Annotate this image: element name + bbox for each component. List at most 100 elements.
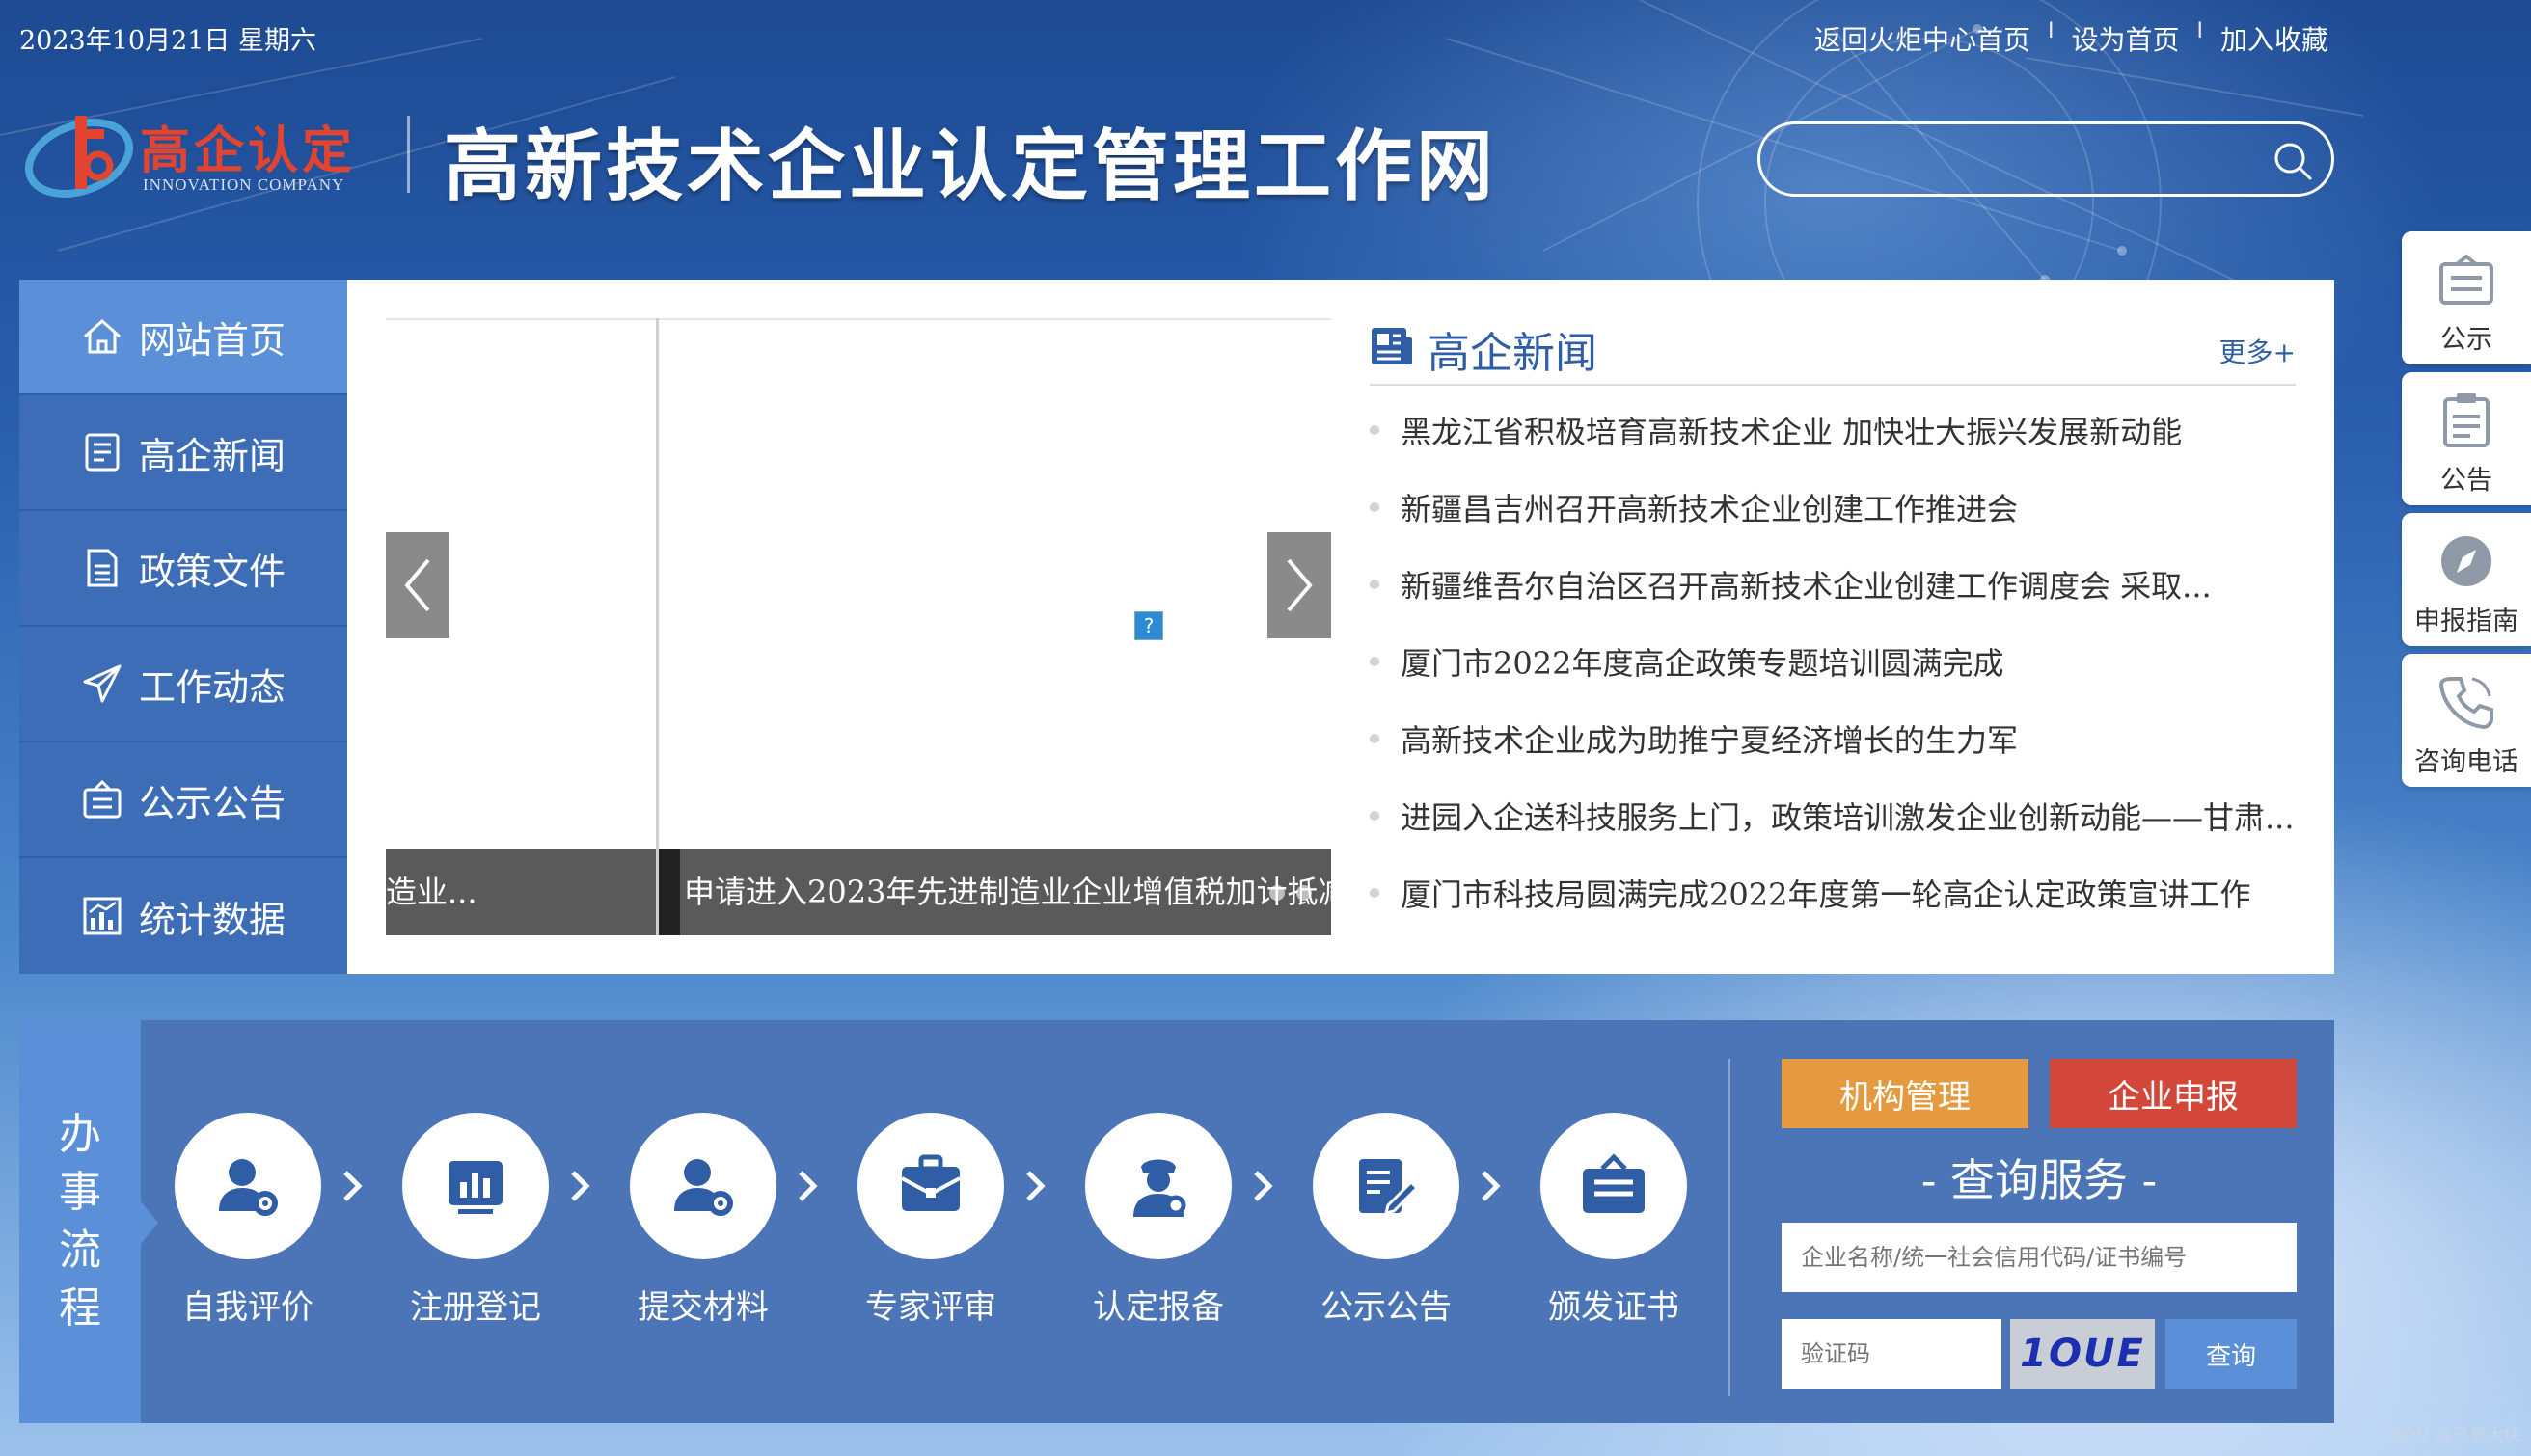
slide-image-placeholder-icon[interactable]: ? [1134, 611, 1163, 640]
news-item[interactable]: 新疆昌吉州召开高新技术企业创建工作推进会 [1370, 469, 2296, 546]
process-label-char: 流 [59, 1226, 101, 1275]
query-submit-button[interactable]: 查询 [2165, 1319, 2297, 1389]
float-item-label: 公告 [2440, 466, 2492, 496]
add-favorite-link[interactable]: 加入收藏 [2220, 19, 2328, 58]
chevron-right-icon [1026, 1171, 1046, 1201]
process-step-submit-materials[interactable]: 提交材料 [626, 1113, 780, 1328]
slider-prev-button[interactable] [386, 532, 449, 638]
news-item[interactable]: 厦门市2022年度高企政策专题培训圆满完成 [1370, 623, 2296, 700]
step-circle[interactable] [402, 1113, 549, 1259]
nav-item-label: 统计数据 [138, 898, 286, 941]
news-item-title: 新疆维吾尔自治区召开高新技术企业创建工作调度会 采取... [1401, 568, 2212, 605]
site-logo[interactable]: 高企认定 INNOVATION COMPANY [19, 96, 386, 212]
news-section: 高企新闻 更多+ 黑龙江省积极培育高新技术企业 加快壮大振兴发展新动能 新疆昌吉… [1370, 318, 2296, 931]
organization-management-button[interactable]: 机构管理 [1782, 1059, 2028, 1128]
company-query-input[interactable] [1782, 1223, 2297, 1292]
nav-item-notices[interactable]: 公示公告 [19, 742, 347, 858]
slide-caption: 申请进入2023年先进制造业企业增值税加计抵减 [684, 874, 1331, 910]
news-item-title: 厦门市科技局圆满完成2022年度第一轮高企认定政策宣讲工作 [1401, 876, 2251, 913]
process-label-char: 事 [59, 1168, 101, 1217]
nav-item-news[interactable]: 高企新闻 [19, 395, 347, 511]
float-item-label: 申报指南 [2414, 607, 2518, 636]
news-list: 黑龙江省积极培育高新技术企业 加快壮大振兴发展新动能 新疆昌吉州召开高新技术企业… [1370, 391, 2296, 931]
link-separator: I [2047, 19, 2055, 43]
step-circle[interactable] [1313, 1113, 1459, 1259]
float-item-application-guide[interactable]: 申报指南 [2402, 513, 2531, 646]
process-divider [1728, 1059, 1730, 1396]
nav-item-label: 政策文件 [138, 550, 286, 593]
process-step-self-evaluation[interactable]: 自我评价 [171, 1113, 325, 1328]
nav-item-home[interactable]: 网站首页 [19, 280, 347, 395]
nav-item-policy[interactable]: 政策文件 [19, 511, 347, 627]
torch-center-home-link[interactable]: 返回火炬中心首页 [1814, 19, 2030, 58]
nav-item-work-updates[interactable]: 工作动态 [19, 627, 347, 742]
bullet-icon [1370, 734, 1379, 743]
bullet-icon [1370, 888, 1379, 898]
process-label-notch [141, 1201, 158, 1244]
nav-item-label: 公示公告 [138, 781, 286, 824]
float-item-publicity[interactable]: 公示 [2402, 231, 2531, 364]
home-icon [83, 318, 121, 354]
set-homepage-link[interactable]: 设为首页 [2071, 19, 2179, 58]
process-step-certification-filing[interactable]: 认定报备 [1081, 1113, 1236, 1328]
news-more-link[interactable]: 更多+ [2219, 332, 2296, 370]
compass-icon [2441, 536, 2491, 586]
float-item-label: 咨询电话 [2414, 747, 2518, 777]
news-item-title: 新疆昌吉州召开高新技术企业创建工作推进会 [1401, 491, 2019, 527]
file-icon [87, 549, 118, 587]
step-circle[interactable] [630, 1113, 776, 1259]
step-circle[interactable] [175, 1113, 321, 1259]
clipboard-icon [2443, 393, 2490, 447]
float-item-hotline[interactable]: 咨询电话 [2402, 654, 2531, 787]
captcha-input[interactable] [1782, 1319, 2001, 1389]
image-slider[interactable]: ? 造业... 申请进入2023年先进制造业企业增值税加计抵减 [386, 318, 1331, 935]
captcha-image[interactable]: 1OUE [2010, 1319, 2155, 1389]
step-label: 注册登记 [410, 1288, 541, 1327]
step-label: 自我评价 [182, 1288, 313, 1327]
slider-dot[interactable] [1296, 885, 1312, 901]
search-input[interactable] [1789, 136, 2252, 184]
step-label: 公示公告 [1320, 1288, 1452, 1327]
process-label-char: 办 [59, 1110, 101, 1159]
step-label: 认定报备 [1093, 1288, 1224, 1327]
process-step-public-notice[interactable]: 公示公告 [1309, 1113, 1463, 1328]
slide-caption-bar[interactable]: 申请进入2023年先进制造业企业增值税加计抵减 [659, 849, 1331, 935]
main-panel: 网站首页 高企新闻 政策文件 工作动态 公示公告 统计数据 ? 造业... 申请… [19, 280, 2334, 974]
step-circle[interactable] [1085, 1113, 1232, 1259]
enterprise-apply-button[interactable]: 企业申报 [2050, 1059, 2297, 1128]
slider-dot[interactable] [1269, 885, 1285, 901]
watermark: CSDN @乌恩大侠 [2379, 1425, 2521, 1445]
bullet-icon [1370, 425, 1379, 435]
document-icon [85, 433, 120, 472]
step-label: 提交材料 [638, 1288, 769, 1327]
nav-item-statistics[interactable]: 统计数据 [19, 858, 347, 974]
slide-caption-prev[interactable]: 造业... [386, 849, 656, 935]
news-item[interactable]: 高新技术企业成为助推宁夏经济增长的生力军 [1370, 700, 2296, 777]
process-step-registration[interactable]: 注册登记 [398, 1113, 553, 1328]
top-links: 返回火炬中心首页 I 设为首页 I 加入收藏 [1814, 19, 2328, 58]
news-item[interactable]: 新疆维吾尔自治区召开高新技术企业创建工作调度会 采取... [1370, 546, 2296, 623]
chevron-right-icon [1254, 1171, 1273, 1201]
step-circle[interactable] [1540, 1113, 1687, 1259]
bullet-icon [1370, 580, 1379, 589]
news-item[interactable]: 进园入企送科技服务上门，政策培训激发企业创新动能——甘肃... [1370, 777, 2296, 854]
news-item[interactable]: 厦门市科技局圆满完成2022年度第一轮高企认定政策宣讲工作 [1370, 854, 2296, 931]
news-item-title: 厦门市2022年度高企政策专题培训圆满完成 [1401, 645, 2004, 682]
notice-icon [83, 779, 122, 819]
news-item[interactable]: 黑龙江省积极培育高新技术企业 加快壮大振兴发展新动能 [1370, 391, 2296, 469]
bullet-icon [1370, 502, 1379, 512]
logo-subtext: INNOVATION COMPANY [143, 175, 345, 194]
paper-plane-icon [83, 664, 122, 703]
slider-next-button[interactable] [1267, 532, 1331, 638]
bullet-icon [1370, 811, 1379, 821]
process-label-char: 程 [59, 1283, 101, 1333]
chart-icon [83, 897, 122, 935]
process-step-issue-certificate[interactable]: 颁发证书 [1537, 1113, 1691, 1328]
process-step-expert-review[interactable]: 专家评审 [854, 1113, 1008, 1328]
slider-top-border [386, 318, 1331, 320]
officer-icon [1133, 1159, 1186, 1217]
search-icon[interactable] [2272, 140, 2314, 182]
step-circle[interactable] [857, 1113, 1004, 1259]
float-item-announcement[interactable]: 公告 [2402, 372, 2531, 505]
chevron-right-icon [343, 1171, 363, 1201]
